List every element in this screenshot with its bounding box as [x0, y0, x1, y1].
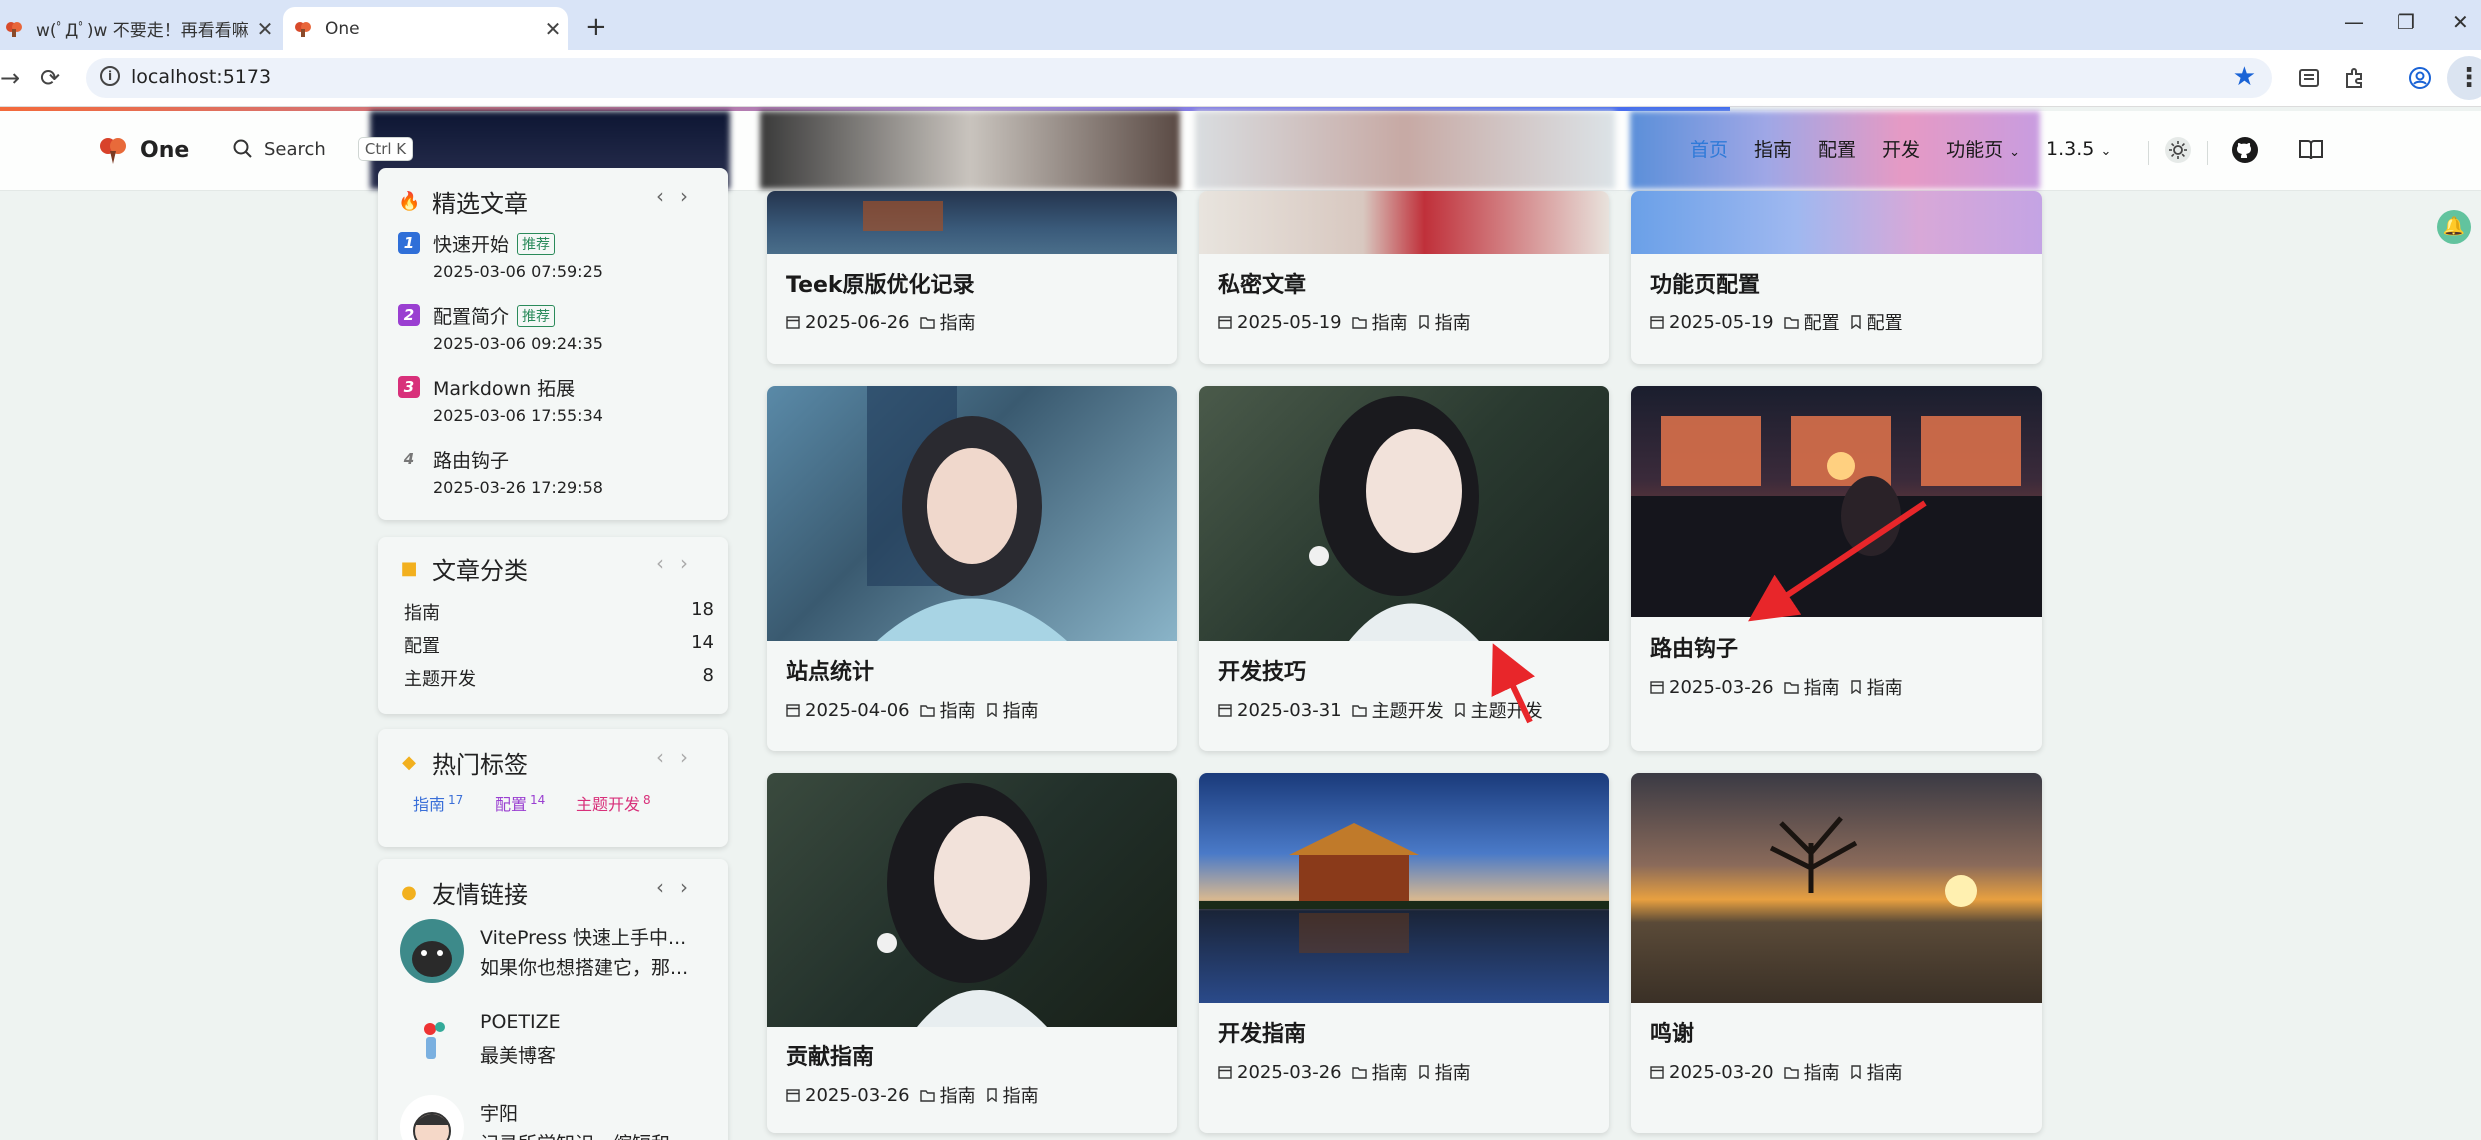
annotation-arrow — [1748, 500, 1927, 622]
annotation-arrows — [1491, 500, 1927, 724]
annotation-arrow — [1491, 643, 1535, 724]
